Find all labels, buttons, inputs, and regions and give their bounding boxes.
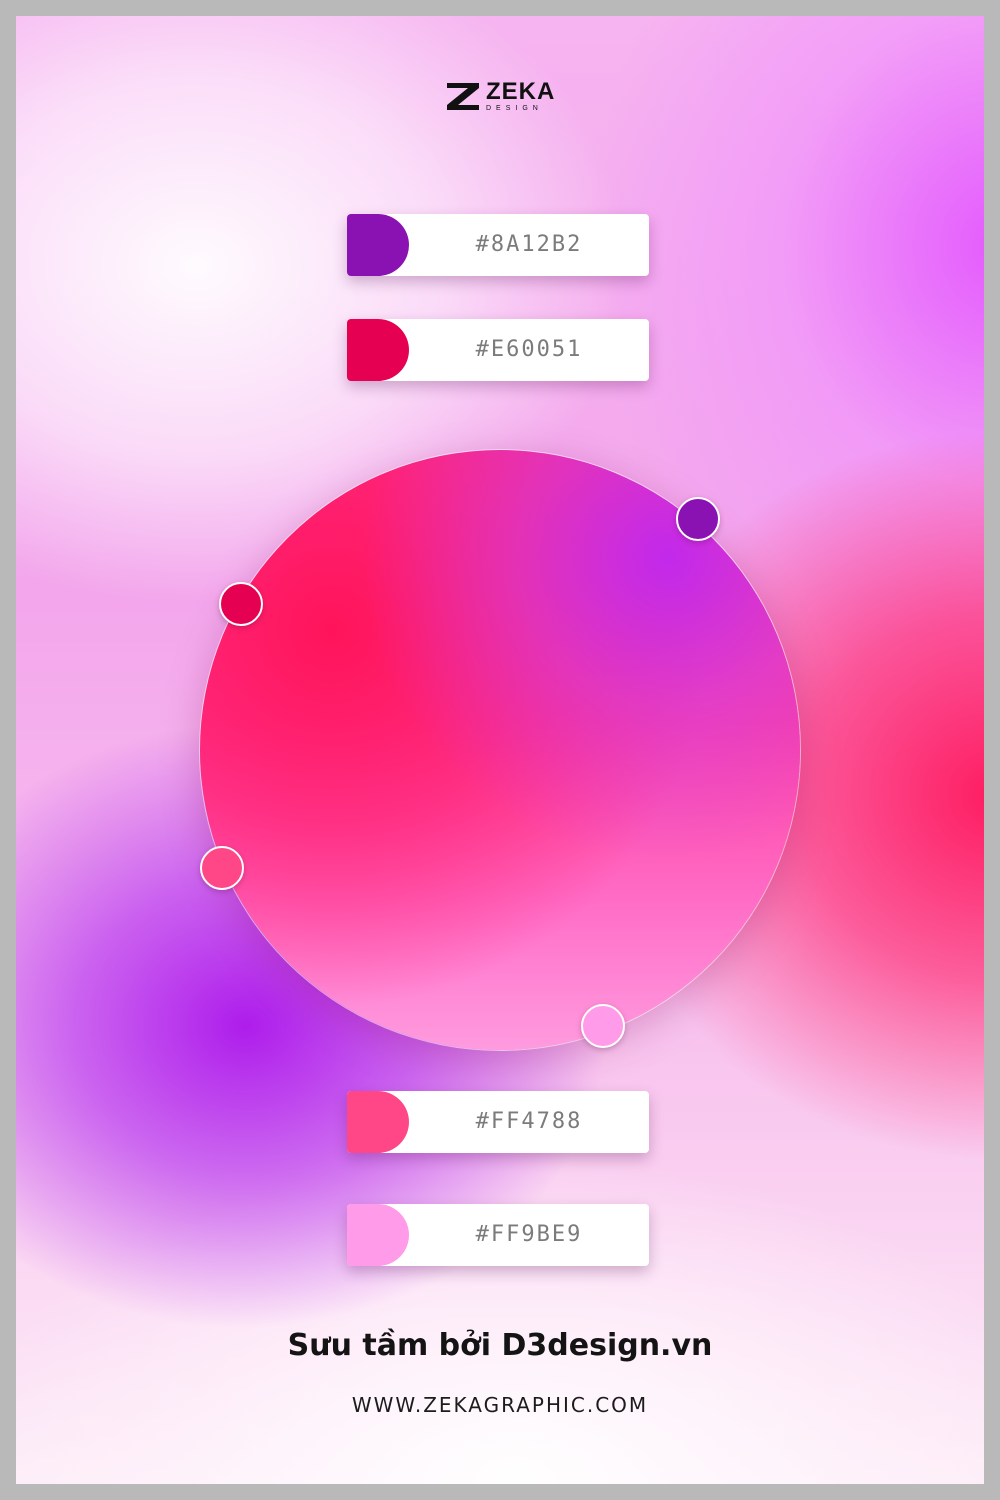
color-swatch-3: #FF4788 bbox=[347, 1091, 649, 1153]
logo-wordmark: ZEKA bbox=[486, 78, 556, 105]
swatch-color-chip bbox=[347, 1091, 409, 1153]
color-dot-red bbox=[219, 582, 263, 626]
swatch-color-chip bbox=[347, 1204, 409, 1266]
logo-subtitle: DESIGN bbox=[486, 105, 543, 112]
zeka-logo-icon bbox=[447, 83, 479, 110]
swatch-color-chip bbox=[347, 214, 409, 276]
swatch-hex-code: #FF4788 bbox=[475, 1109, 583, 1134]
color-swatch-2: #E60051 bbox=[347, 319, 649, 381]
color-dot-light-pink bbox=[581, 1004, 625, 1048]
color-swatch-1: #8A12B2 bbox=[347, 214, 649, 276]
zeka-logo: ZEKA DESIGN bbox=[446, 80, 555, 112]
gradient-circle bbox=[200, 450, 800, 1050]
website-url: WWW.ZEKAGRAPHIC.COM bbox=[351, 1393, 649, 1417]
color-swatch-4: #FF9BE9 bbox=[347, 1204, 649, 1266]
credit-caption: Sưu tầm bởi D3design.vn bbox=[287, 1328, 713, 1363]
swatch-color-chip bbox=[347, 319, 409, 381]
swatch-hex-code: #E60051 bbox=[475, 337, 583, 362]
color-dot-purple bbox=[676, 497, 720, 541]
swatch-hex-code: #FF9BE9 bbox=[475, 1222, 583, 1247]
poster-frame: ZEKA DESIGN #8A12B2 #E60051 #FF4788 #FF9… bbox=[16, 16, 984, 1484]
color-dot-pink bbox=[200, 846, 244, 890]
swatch-hex-code: #8A12B2 bbox=[475, 232, 583, 257]
